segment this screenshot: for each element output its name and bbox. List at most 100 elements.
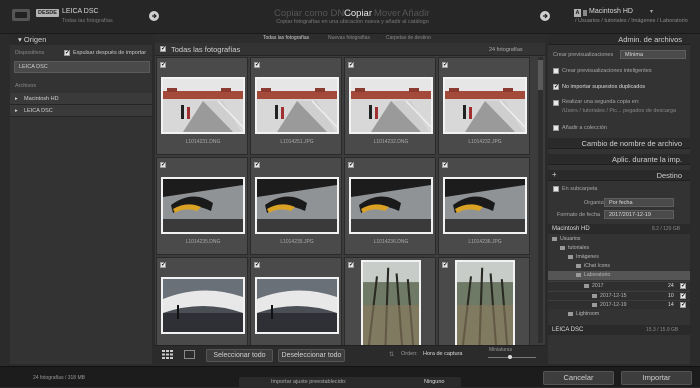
photo-cell[interactable] bbox=[250, 257, 342, 345]
cancel-button[interactable]: Cancelar bbox=[543, 371, 614, 385]
card-size: 15.3 / 15.9 GB bbox=[646, 327, 679, 333]
device-row[interactable]: LEICA DSC bbox=[14, 61, 150, 73]
folder-row[interactable]: Imágenes bbox=[548, 253, 690, 262]
file-source-leica[interactable]: ▸ LEICA DSC bbox=[10, 105, 152, 117]
order-label: Orden: bbox=[401, 351, 418, 357]
photo-checkbox[interactable] bbox=[254, 61, 260, 68]
folder-row[interactable]: Usuarios bbox=[548, 235, 690, 244]
date-format-select[interactable]: 2017/2017-12-19 bbox=[604, 210, 674, 219]
photo-cell[interactable]: L1014235.JPG bbox=[250, 157, 342, 255]
no-duplicates-checkbox[interactable] bbox=[553, 83, 559, 90]
photo-cell[interactable] bbox=[156, 257, 248, 345]
folder-row[interactable]: tutoriales bbox=[548, 244, 690, 253]
files-list: ▸ Macintosh HD ▸ LEICA DSC bbox=[10, 93, 152, 117]
plus-icon[interactable]: + bbox=[552, 170, 557, 179]
folder-row[interactable]: 2017 24 bbox=[548, 281, 690, 290]
grid-view-icon[interactable] bbox=[162, 350, 173, 359]
folder-label: Laboratorio bbox=[584, 272, 611, 278]
no-duplicates-label: No importar supuestos duplicados bbox=[562, 84, 646, 90]
photo-checkbox[interactable] bbox=[160, 161, 166, 168]
folder-checkbox[interactable] bbox=[680, 301, 686, 308]
photo-checkbox[interactable] bbox=[348, 61, 354, 68]
dest-name[interactable]: Macintosh HD bbox=[589, 8, 633, 15]
source-panel-header[interactable]: ▾ Origen bbox=[10, 34, 152, 45]
eject-checkbox[interactable] bbox=[64, 49, 70, 56]
tab-dest-folders[interactable]: Carpetas de destino bbox=[386, 35, 431, 41]
folder-row[interactable]: iChat Icons bbox=[548, 262, 690, 271]
photo-filename: L1014232.JPG bbox=[468, 139, 502, 145]
folder-row[interactable]: 2017-12-15 10 bbox=[548, 291, 690, 300]
grid-tabs: Todas las fotografías Nuevas fotografías… bbox=[155, 34, 545, 43]
mode-copy[interactable]: Copiar bbox=[344, 8, 372, 19]
folder-checkbox[interactable] bbox=[680, 292, 686, 299]
photo-cell[interactable]: L1014235.DNG bbox=[156, 157, 248, 255]
file-source-label: LEICA DSC bbox=[24, 108, 53, 114]
organize-select[interactable]: Por fecha bbox=[604, 198, 674, 207]
second-copy-label: Realizar una segunda copia en: bbox=[562, 99, 640, 105]
file-source-macintosh[interactable]: ▸ Macintosh HD bbox=[10, 93, 152, 105]
folder-icon bbox=[584, 284, 589, 288]
destination-header[interactable]: Destino bbox=[548, 170, 690, 181]
add-collection-checkbox[interactable] bbox=[553, 125, 559, 131]
card-row[interactable]: LEICA DSC 15.3 / 15.9 GB bbox=[548, 325, 690, 335]
import-button[interactable]: Importar bbox=[621, 371, 692, 385]
folder-row[interactable]: Lightroom bbox=[548, 310, 690, 319]
select-all-button[interactable]: Seleccionar todo bbox=[206, 349, 273, 362]
photo-filename: L1014235.JPG bbox=[280, 239, 314, 245]
photo-checkbox[interactable] bbox=[442, 261, 448, 268]
chevron-down-icon[interactable]: ▾ bbox=[650, 8, 653, 15]
folder-row[interactable]: 2017-12-19 14 bbox=[548, 300, 690, 309]
photo-cell[interactable] bbox=[438, 257, 530, 345]
photo-cell[interactable]: L1014236.DNG bbox=[344, 157, 436, 255]
photo-checkbox[interactable] bbox=[160, 61, 166, 68]
preset-bar[interactable]: Importar ajuste preestablecido: Ninguno bbox=[239, 377, 461, 388]
photo-checkbox[interactable] bbox=[442, 161, 448, 168]
folder-row[interactable]: Laboratorio bbox=[548, 271, 690, 280]
photo-checkbox[interactable] bbox=[442, 61, 448, 68]
mode-add[interactable]: Añadir bbox=[402, 8, 429, 19]
second-copy-path[interactable]: /Users / tutoriales / Pic... pegados de … bbox=[562, 108, 676, 114]
eject-label: Expulsar después de importar bbox=[73, 50, 147, 56]
order-select[interactable]: Hora de captura bbox=[423, 351, 462, 357]
photo-checkbox[interactable] bbox=[254, 161, 260, 168]
photo-cell[interactable]: L1014251.JPG bbox=[250, 57, 342, 155]
select-all-checkbox[interactable] bbox=[160, 45, 166, 52]
tab-all-photos[interactable]: Todas las fotografías bbox=[263, 35, 309, 41]
second-copy-checkbox[interactable] bbox=[553, 100, 559, 106]
mode-move[interactable]: Mover bbox=[374, 8, 400, 19]
photo-cell[interactable]: L1014231.DNG bbox=[156, 57, 248, 155]
photo-checkbox[interactable] bbox=[348, 261, 354, 268]
folder-label: tutoriales bbox=[568, 245, 590, 251]
arrow-right-icon[interactable] bbox=[149, 11, 159, 21]
files-label: Archivos bbox=[15, 83, 37, 89]
photo-cell[interactable]: L1014236.JPG bbox=[438, 157, 530, 255]
arrow-right-icon[interactable] bbox=[540, 11, 550, 21]
folder-checkbox[interactable] bbox=[680, 282, 686, 289]
previews-select[interactable]: Mínima bbox=[620, 50, 686, 59]
slider-handle[interactable] bbox=[508, 355, 512, 359]
deselect-all-button[interactable]: Deseleccionar todo bbox=[278, 349, 345, 362]
photo-checkbox[interactable] bbox=[348, 161, 354, 168]
drive-row[interactable]: Macintosh HD 8.2 / 120 GB bbox=[548, 224, 690, 234]
photo-checkbox[interactable] bbox=[254, 261, 260, 268]
subfolder-checkbox[interactable] bbox=[553, 186, 559, 192]
grid-scrollbar[interactable] bbox=[538, 57, 543, 343]
photo-checkbox[interactable] bbox=[160, 261, 166, 268]
smart-previews-checkbox[interactable] bbox=[553, 68, 559, 74]
source-name[interactable]: LEICA DSC bbox=[62, 8, 99, 15]
source-subtitle: Todas las fotografías bbox=[62, 18, 113, 24]
photo-cell[interactable]: L1014232.DNG bbox=[344, 57, 436, 155]
photo-cell[interactable]: L1014232.JPG bbox=[438, 57, 530, 155]
photo-cell[interactable] bbox=[344, 257, 436, 345]
source-panel-title: Origen bbox=[23, 35, 47, 44]
apply-header[interactable]: Aplic. durante la imp. bbox=[548, 154, 690, 165]
source-badge[interactable]: DESDE bbox=[36, 9, 59, 17]
tab-new-photos[interactable]: Nuevas fotografías bbox=[328, 35, 370, 41]
thumbnail-size-slider[interactable] bbox=[488, 355, 536, 359]
mode-copy-dng[interactable]: Copiar como DNG bbox=[274, 8, 352, 19]
loupe-view-icon[interactable] bbox=[184, 350, 195, 359]
rename-header[interactable]: Cambio de nombre de archivo bbox=[548, 138, 690, 149]
photo-filename: L1014231.DNG bbox=[185, 139, 221, 145]
file-handling-header[interactable]: Admin. de archivos bbox=[548, 34, 690, 45]
folder-label: 2017 bbox=[592, 283, 604, 289]
